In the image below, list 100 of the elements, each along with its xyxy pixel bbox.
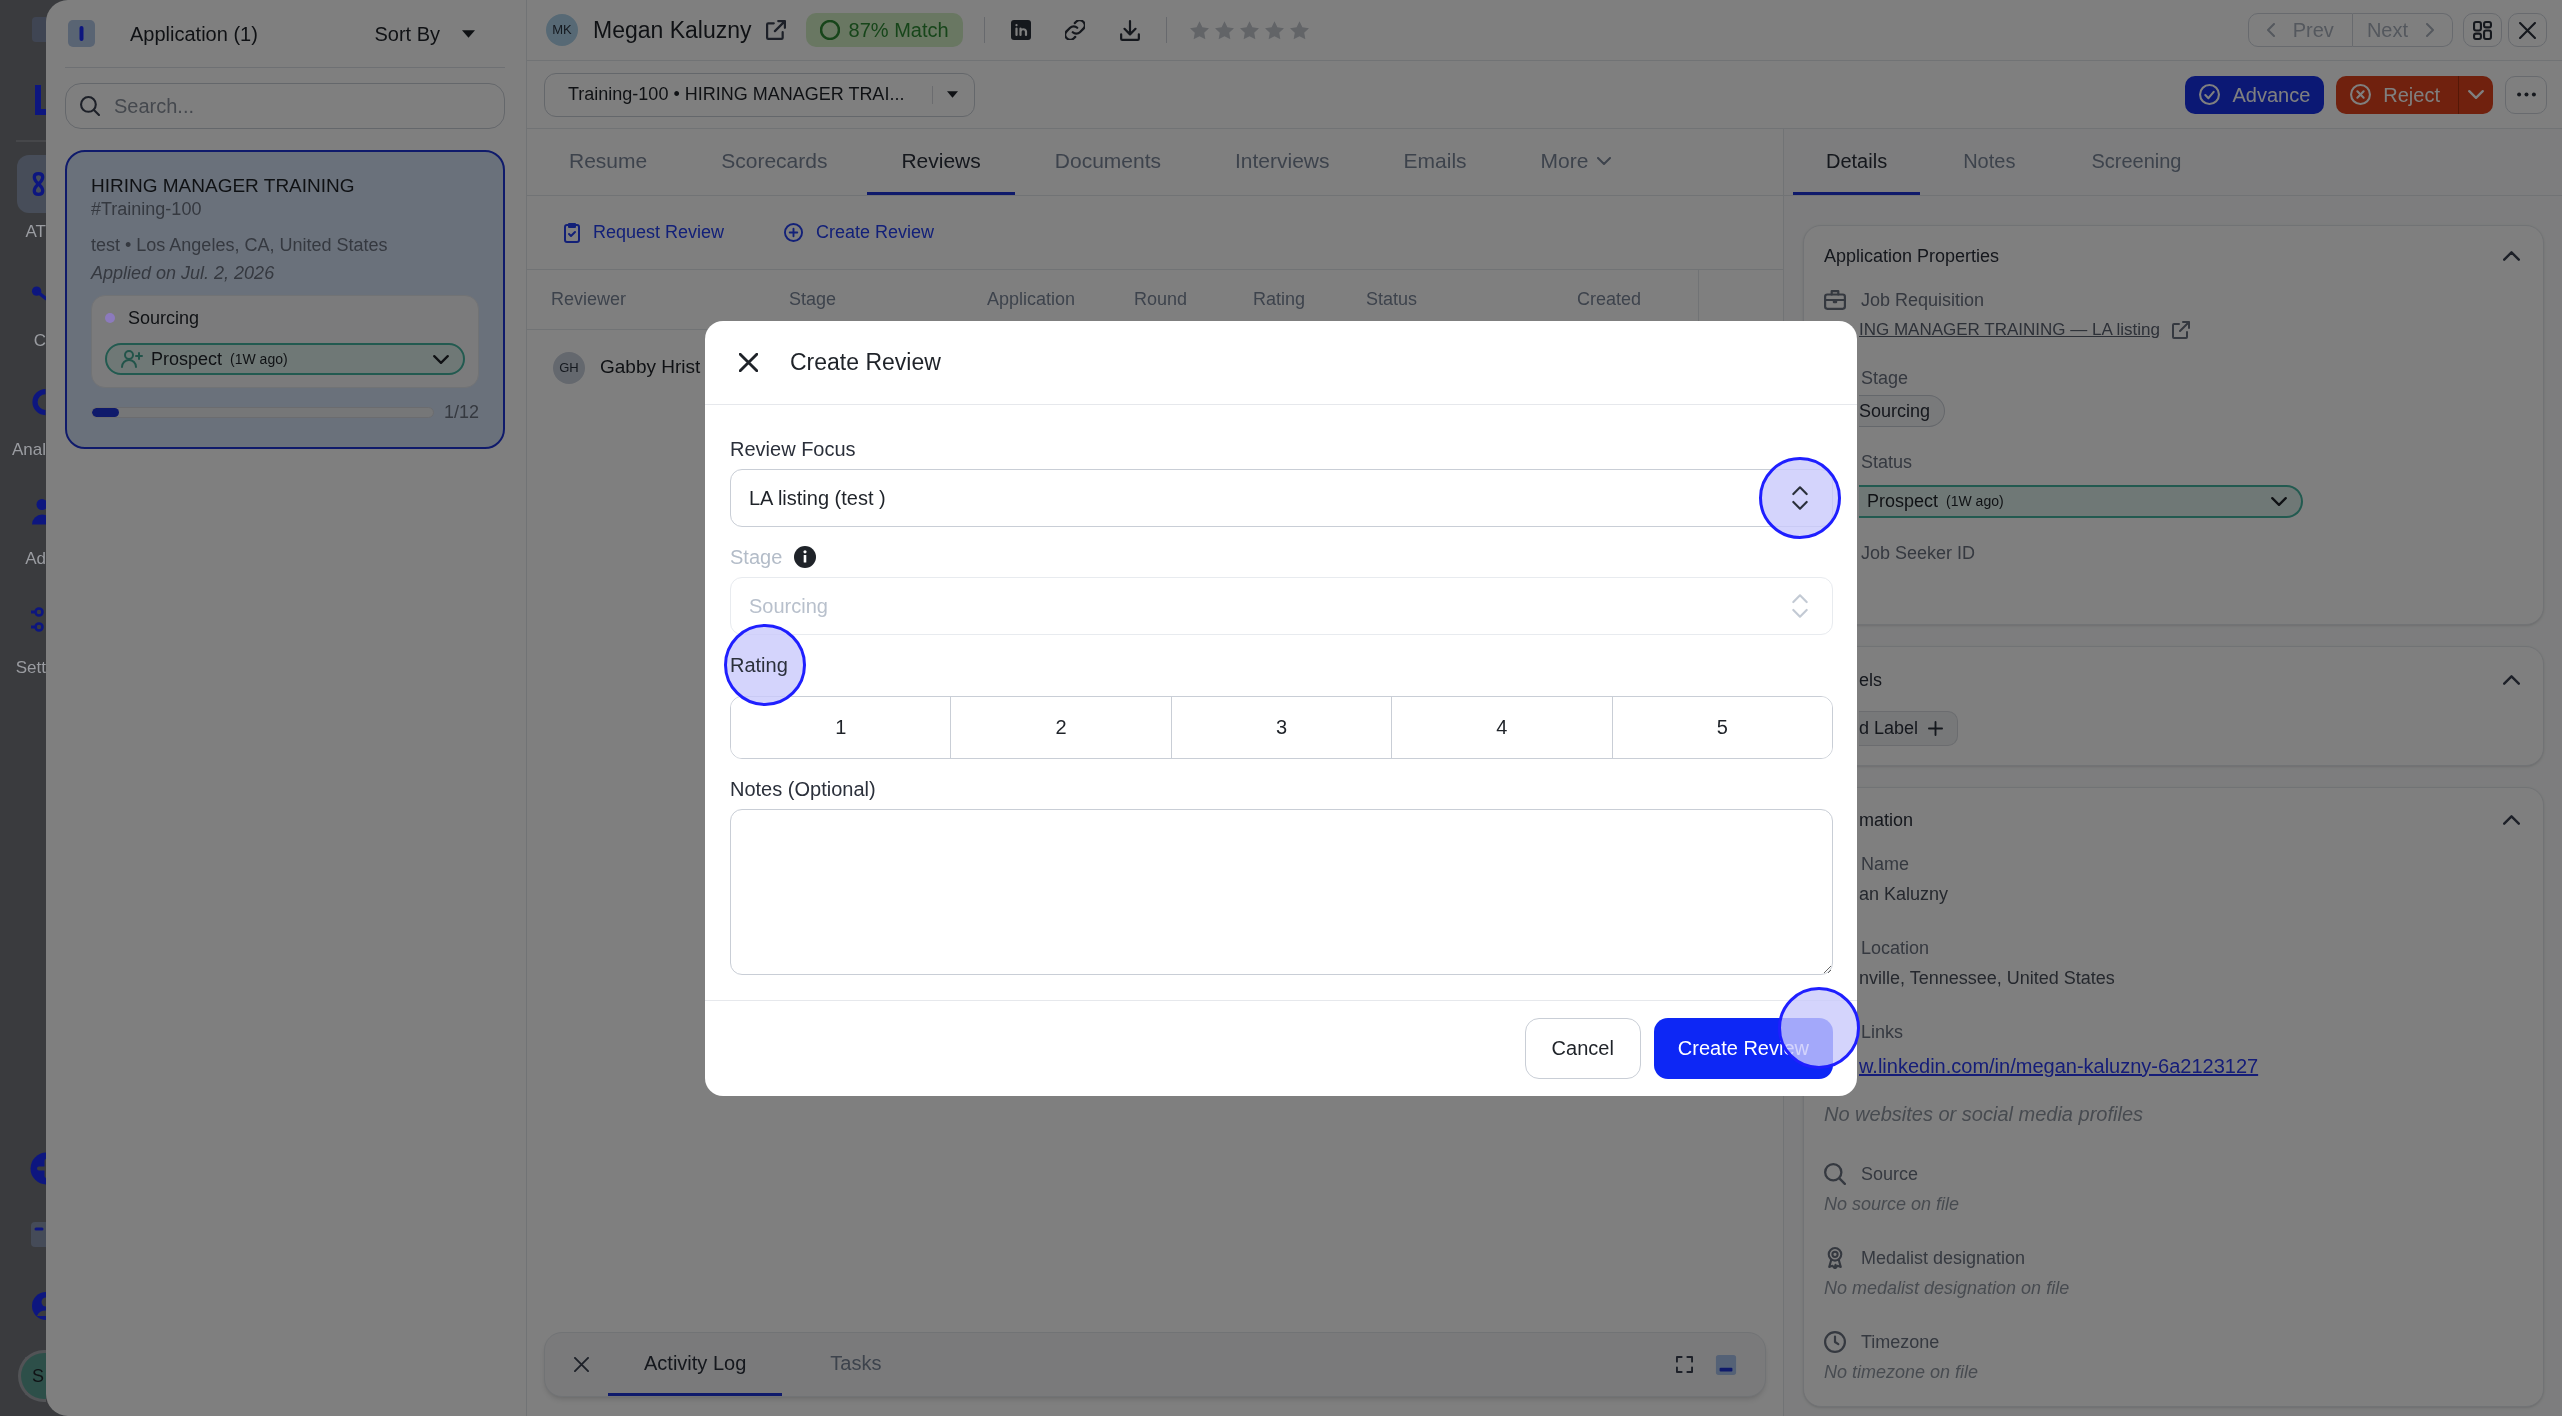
- job-select[interactable]: Training-100 • HIRING MANAGER TRAI...: [544, 72, 975, 117]
- requisition-link[interactable]: ING MANAGER TRAINING — LA listing: [1859, 317, 2161, 343]
- tile-icon: [32, 17, 46, 42]
- star-icon: [1264, 20, 1284, 40]
- job-title: HIRING MANAGER TRAINING: [91, 174, 356, 198]
- chevron-up-icon[interactable]: [2503, 251, 2520, 261]
- field-label: Review Focus: [730, 436, 856, 462]
- minimize-icon[interactable]: [1715, 1353, 1737, 1376]
- close-button[interactable]: [2508, 13, 2547, 47]
- job-code: #Training-100: [91, 198, 203, 220]
- field-label: Location: [1861, 936, 1930, 960]
- create-review-button[interactable]: Create Review: [784, 219, 935, 246]
- reject-button[interactable]: Reject: [2336, 75, 2458, 114]
- chevron-up-icon[interactable]: [2503, 675, 2520, 685]
- rating-option[interactable]: 5: [1611, 696, 1832, 758]
- user-avatar[interactable]: S: [18, 1350, 46, 1402]
- field-value: No medalist designation on file: [1824, 1277, 2070, 1300]
- advance-button[interactable]: Advance: [2185, 75, 2325, 114]
- chevron-down-icon: [2271, 497, 2287, 506]
- nav-item[interactable]: AT: [17, 155, 46, 243]
- search-icon: [80, 96, 100, 116]
- cancel-button[interactable]: Cancel: [1524, 1017, 1641, 1079]
- column-header: Rating: [1253, 288, 1306, 311]
- close-icon[interactable]: [739, 352, 758, 372]
- minus-tile-icon[interactable]: [31, 1222, 46, 1247]
- tab[interactable]: Activity Log: [608, 1333, 783, 1396]
- field-label: Source: [1861, 1162, 1919, 1186]
- request-review-button[interactable]: Request Review: [564, 219, 725, 246]
- nav-item[interactable]: Ad: [25, 482, 46, 570]
- linkedin-icon[interactable]: [1010, 20, 1031, 40]
- status-select[interactable]: Prospect (1W ago): [105, 343, 465, 375]
- sliders-icon[interactable]: [31, 606, 46, 634]
- field-value: nville, Tennessee, United States: [1859, 967, 2115, 990]
- star-rating[interactable]: [1189, 20, 1309, 40]
- column-header: Reviewer: [551, 288, 627, 311]
- search-icon: [1824, 1163, 1846, 1185]
- reviewer-name: Gabby Hrist: [600, 355, 701, 380]
- tab[interactable]: Tasks: [794, 1333, 918, 1396]
- chevron-up-icon[interactable]: [2503, 815, 2520, 825]
- layout-button[interactable]: [2463, 13, 2502, 47]
- tab[interactable]: Reviews: [867, 129, 1015, 195]
- field-label: Medalist designation: [1861, 1246, 2026, 1270]
- progress-count: 1/12: [443, 400, 479, 424]
- tab[interactable]: Interviews: [1201, 129, 1364, 195]
- caret-down-icon: [462, 29, 475, 38]
- expand-icon[interactable]: [1676, 1356, 1693, 1373]
- field-label: Stage: [730, 544, 783, 570]
- tab[interactable]: Details: [1793, 129, 1921, 195]
- section-title: els: [1859, 668, 1882, 692]
- application-card[interactable]: HIRING MANAGER TRAINING #Training-100 test • Los Angeles, CA, United States Applied on Jul. 2, 2026 Sourcing Prospect (1W ago) 1/12: [65, 150, 505, 449]
- download-icon[interactable]: [1119, 19, 1140, 41]
- chevron-right-icon: [2426, 23, 2434, 37]
- tab[interactable]: Emails: [1369, 129, 1501, 195]
- empty-note: No websites or social media profiles: [1824, 1102, 2144, 1127]
- user-plus-icon: [121, 350, 143, 368]
- dialog-title: Create Review: [790, 347, 941, 377]
- link-icon[interactable]: [1064, 20, 1085, 40]
- sidebar-toggle-icon[interactable]: [68, 20, 95, 47]
- reviewer-avatar: GH: [553, 351, 585, 384]
- tab[interactable]: More: [1506, 129, 1646, 195]
- chevron-up-down-icon: [1792, 485, 1808, 510]
- star-icon: [1189, 20, 1209, 40]
- stage-name: Sourcing: [128, 306, 200, 330]
- search-field[interactable]: Search...: [65, 83, 505, 129]
- reject-menu-button[interactable]: [2458, 75, 2493, 114]
- field-label: Stage: [1861, 366, 1909, 390]
- sort-button[interactable]: Sort By: [374, 18, 475, 49]
- field-label: Links: [1861, 1020, 1904, 1044]
- tab[interactable]: Screening: [2058, 129, 2215, 195]
- add-label-button[interactable]: d Label: [1859, 711, 1959, 746]
- notes-field[interactable]: [730, 808, 1833, 975]
- nav-item[interactable]: Sett: [15, 591, 46, 679]
- tab[interactable]: Scorecards: [687, 129, 862, 195]
- check-circle-icon: [2199, 84, 2221, 105]
- panel-title: Application (1): [130, 21, 258, 47]
- nav-item[interactable]: Anal: [11, 373, 46, 461]
- x-circle-icon: [2350, 84, 2372, 105]
- field-value: No timezone on file: [1824, 1361, 1979, 1384]
- plus-circle-icon: [784, 223, 804, 242]
- tab[interactable]: Resume: [535, 129, 682, 195]
- profile-link[interactable]: w.linkedin.com/in/megan-kaluzny-6a2123127: [1859, 1052, 2259, 1080]
- star-icon: [1214, 20, 1234, 40]
- field-label: Notes (Optional): [730, 776, 876, 802]
- star-icon: [1289, 20, 1309, 40]
- tab[interactable]: Documents: [1020, 129, 1195, 195]
- status-select[interactable]: Prospect (1W ago): [1859, 485, 2303, 518]
- job-location: test • Los Angeles, CA, United States: [91, 234, 389, 256]
- chevron-left-icon: [2266, 23, 2275, 37]
- column-header: Status: [1366, 288, 1418, 311]
- more-dots-icon: [2516, 92, 2536, 97]
- column-header: Application: [987, 288, 1076, 311]
- field-label: Job Requisition: [1861, 288, 1985, 312]
- external-link-icon[interactable]: [2172, 321, 2191, 339]
- field-label: Status: [1861, 450, 1913, 474]
- more-button[interactable]: [2505, 75, 2547, 114]
- external-link-icon[interactable]: [765, 20, 786, 40]
- chevron-down-icon: [433, 354, 449, 364]
- caret-down-icon: [947, 91, 958, 98]
- tab[interactable]: Notes: [1930, 129, 2049, 195]
- candidate-name: Megan Kaluzny: [593, 15, 752, 45]
